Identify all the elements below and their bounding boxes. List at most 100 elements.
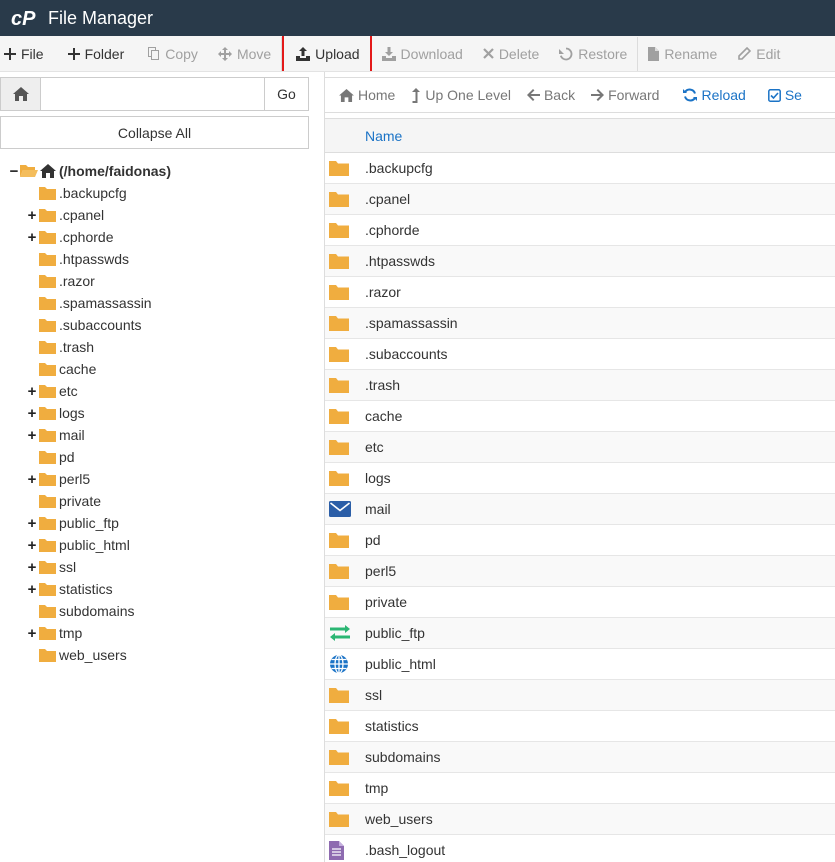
tree-item[interactable]: + mail [26, 424, 85, 446]
table-row[interactable]: .trash [325, 370, 835, 401]
table-row[interactable]: private [325, 587, 835, 618]
tree-item[interactable]: private [26, 490, 101, 512]
tree-item[interactable]: + tmp [26, 622, 83, 644]
expand-toggle-icon[interactable]: + [26, 581, 38, 598]
restore-button[interactable]: Restore [549, 37, 637, 71]
tree-item[interactable]: web_users [26, 644, 127, 666]
table-row[interactable]: .backupcfg [325, 153, 835, 184]
tree-item[interactable]: + ssl [26, 556, 77, 578]
back-button[interactable]: Back [519, 78, 583, 112]
table-row[interactable]: perl5 [325, 556, 835, 587]
collapse-toggle-icon[interactable]: − [8, 163, 20, 180]
expand-toggle-icon[interactable]: + [26, 427, 38, 444]
forward-button[interactable]: Forward [583, 78, 667, 112]
select-all-button[interactable]: Se [754, 78, 810, 112]
table-row[interactable]: pd [325, 525, 835, 556]
table-row[interactable]: .subaccounts [325, 339, 835, 370]
copy-label: Copy [165, 45, 198, 62]
table-row[interactable]: public_ftp [325, 618, 835, 649]
table-row[interactable]: .razor [325, 277, 835, 308]
move-icon [217, 46, 232, 61]
tree-item[interactable]: .backupcfg [26, 182, 127, 204]
tree-item[interactable]: .razor [26, 270, 95, 292]
expand-toggle-icon[interactable]: + [26, 229, 38, 246]
expand-toggle-icon[interactable]: + [26, 383, 38, 400]
tree-item[interactable]: pd [26, 446, 75, 468]
reload-button[interactable]: Reload [667, 78, 753, 112]
table-row[interactable]: mail [325, 494, 835, 525]
expand-toggle-icon[interactable]: + [26, 405, 38, 422]
tree-item-label: perl5 [59, 471, 91, 487]
tree-item[interactable]: + etc [26, 380, 78, 402]
table-row[interactable]: logs [325, 463, 835, 494]
svg-text:cP: cP [11, 8, 36, 29]
tree-item[interactable]: .spamassassin [26, 292, 152, 314]
tree-item[interactable]: cache [26, 358, 96, 380]
delete-button[interactable]: Delete [473, 37, 549, 71]
table-row[interactable]: cache [325, 401, 835, 432]
name-column-header[interactable]: Name [365, 128, 402, 144]
tree-item[interactable]: subdomains [26, 600, 135, 622]
upload-button[interactable]: Upload [282, 36, 372, 71]
tree-item[interactable]: + .cphorde [26, 226, 114, 248]
file-name: etc [365, 439, 384, 455]
file-icon [648, 46, 660, 61]
up-one-level-button[interactable]: Up One Level [403, 78, 519, 112]
up-one-level-label: Up One Level [425, 87, 511, 103]
folder-icon [329, 533, 349, 548]
tree-folder-icon-wrap [39, 604, 56, 618]
tree-item[interactable]: + logs [26, 402, 85, 424]
expand-toggle-icon[interactable]: + [26, 515, 38, 532]
tree-folder-icon-wrap [39, 274, 56, 288]
table-row[interactable]: tmp [325, 773, 835, 804]
tree-item[interactable]: + .cpanel [26, 204, 105, 226]
table-row[interactable]: ssl [325, 680, 835, 711]
table-row[interactable]: etc [325, 432, 835, 463]
tree-item[interactable]: .subaccounts [26, 314, 142, 336]
table-row[interactable]: .cpanel [325, 184, 835, 215]
copy-button[interactable]: Copy [134, 37, 208, 71]
edit-button[interactable]: Edit [727, 37, 790, 71]
new-file-button[interactable]: File [0, 37, 54, 71]
table-row[interactable]: .cphorde [325, 215, 835, 246]
table-row[interactable]: web_users [325, 804, 835, 835]
tree-item[interactable]: + perl5 [26, 468, 91, 490]
expand-toggle-icon[interactable]: + [26, 559, 38, 576]
tree-item[interactable]: + public_ftp [26, 512, 119, 534]
table-row[interactable]: statistics [325, 711, 835, 742]
tree-folder-icon-wrap [39, 186, 56, 200]
file-name: .razor [365, 284, 401, 300]
tree-item-label: mail [59, 427, 85, 443]
folder-icon [39, 517, 56, 530]
tree-item[interactable]: + statistics [26, 578, 113, 600]
table-row[interactable]: .htpasswds [325, 246, 835, 277]
go-button[interactable]: Go [264, 78, 308, 110]
table-row[interactable]: subdomains [325, 742, 835, 773]
file-name: .htpasswds [365, 253, 436, 269]
table-row[interactable]: public_html [325, 649, 835, 680]
table-row[interactable]: .bash_logout [325, 835, 835, 862]
rename-button[interactable]: Rename [638, 37, 727, 71]
row-icon-cell [325, 718, 365, 734]
table-row[interactable]: .spamassassin [325, 308, 835, 339]
tree-item-label: pd [59, 449, 75, 465]
tree-item[interactable]: .trash [26, 336, 94, 358]
expand-toggle-icon[interactable]: + [26, 537, 38, 554]
collapse-all-button[interactable]: Collapse All [0, 116, 309, 149]
tree-item[interactable]: .htpasswds [26, 248, 129, 270]
tree-root[interactable]: − (/home/faidonas) [8, 160, 171, 182]
expand-toggle-icon[interactable]: + [26, 625, 38, 642]
path-input[interactable] [41, 78, 264, 110]
tree-item[interactable]: + public_html [26, 534, 130, 556]
new-folder-button[interactable]: Folder [54, 37, 135, 71]
nav-home-button[interactable]: Home [331, 78, 403, 112]
download-button[interactable]: Download [372, 37, 473, 71]
expand-toggle-icon[interactable]: + [26, 207, 38, 224]
move-button[interactable]: Move [208, 37, 281, 71]
file-name: subdomains [365, 749, 441, 765]
home-button[interactable] [1, 78, 41, 110]
row-icon-cell [325, 408, 365, 424]
expand-toggle-icon[interactable]: + [26, 471, 38, 488]
globe-icon [330, 654, 348, 674]
row-icon-cell [325, 780, 365, 796]
